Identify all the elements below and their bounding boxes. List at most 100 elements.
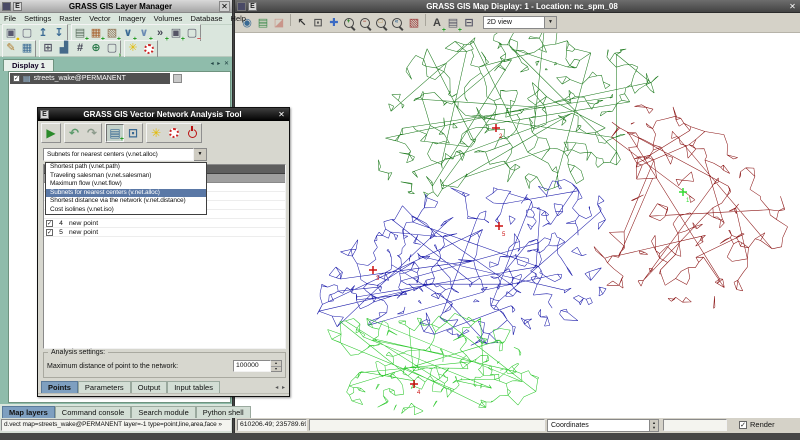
tab-python-shell[interactable]: Python shell (196, 406, 251, 418)
command-prompt-field[interactable]: d.vect map=streets_wake@PERMANENT layer=… (1, 419, 231, 431)
save-display-to-file-button[interactable]: ▤+ (445, 16, 461, 32)
menu-settings[interactable]: Settings (20, 13, 55, 25)
vector-network-analysis-dialog: E GRASS GIS Vector Network Analysis Tool… (37, 107, 290, 397)
dialog-tab-nav-arrows[interactable]: ◂ ▸ (275, 384, 286, 391)
spinner-arrows-icon[interactable]: ▴▾ (649, 420, 658, 431)
histogram-button[interactable]: ▟ (56, 41, 72, 57)
redo-button[interactable]: ↷ (83, 124, 101, 142)
close-icon[interactable]: ✕ (219, 1, 230, 12)
window-menu-icon[interactable] (237, 2, 246, 11)
run-analysis-button[interactable]: ▶ (42, 124, 60, 142)
nviz-3d-view-button[interactable]: ⊕ (88, 41, 104, 57)
dropdown-option[interactable]: Maximum flow (v.net.flow) (46, 180, 206, 189)
points-list-row[interactable]: ✓5new point (44, 228, 285, 237)
dropdown-option[interactable]: Traveling salesman (v.net.salesman) (46, 172, 206, 181)
raster-map-calculator-button[interactable]: ⊞ (40, 41, 56, 57)
point-checkbox[interactable]: ✓ (46, 229, 53, 236)
center-node-label: 4 (417, 390, 421, 396)
snap-points-button[interactable]: ⊡ (124, 124, 142, 142)
undo-button[interactable]: ↶ (65, 124, 83, 142)
vector-colors-button[interactable] (165, 124, 183, 142)
statusbar-mode-combobox[interactable]: Coordinates ▴▾ (547, 419, 659, 432)
show-attribute-table-button[interactable]: ▦ (19, 41, 35, 57)
chevron-down-icon[interactable]: ▼ (194, 148, 207, 161)
query-button[interactable]: ⊡ (310, 16, 326, 32)
add-various-vector-layers-icon: ∨ (140, 28, 149, 39)
tab-parameters[interactable]: Parameters (78, 381, 131, 393)
menu-vector[interactable]: Vector (85, 13, 114, 25)
georectifier-button[interactable]: # (72, 41, 88, 57)
south-subnet (328, 313, 539, 415)
center-node-label: 5 (502, 232, 506, 238)
pointer-button[interactable]: ↖ (294, 16, 310, 32)
dropdown-option[interactable]: Shortest distance via the network (v.net… (46, 197, 206, 206)
run-model-icon: ▢ (107, 43, 117, 54)
layer-manager-toolbar-2: ✎▦⊞▟#⊕▢›✳ (0, 41, 232, 57)
dropdown-option[interactable]: Cost isolines (v.net.iso) (46, 206, 206, 215)
window-menu-icon[interactable] (2, 2, 11, 11)
tab-command-console[interactable]: Command console (55, 406, 132, 418)
dropdown-option[interactable]: Shortest path (v.net.path) (46, 163, 206, 172)
return-to-previous-zoom-icon: « (392, 18, 404, 30)
layer-checkbox[interactable]: ✓ (13, 75, 20, 82)
menu-help[interactable]: Help (227, 13, 250, 25)
view-mode-combobox[interactable]: 2D view ▼ (483, 16, 557, 29)
erase-display-button[interactable]: ◪ (271, 16, 287, 32)
layer-options-button[interactable] (173, 74, 182, 83)
close-icon[interactable]: ✕ (276, 110, 287, 119)
render-map-button[interactable]: ▤ (255, 16, 271, 32)
map-canvas[interactable]: 25143 (235, 33, 800, 418)
tab-output[interactable]: Output (131, 381, 168, 393)
zoom-out-button[interactable]: − (358, 16, 374, 32)
run-model-button[interactable]: ▢› (104, 41, 120, 57)
chevron-down-icon[interactable]: ▼ (544, 17, 556, 28)
insert-points-mode-button[interactable]: ▤+ (106, 124, 124, 142)
pan-button[interactable]: ✚ (326, 16, 342, 32)
edit-vector-maps-button[interactable]: ✎ (3, 41, 19, 57)
max-distance-value[interactable]: 100000 (233, 360, 271, 372)
zoom-in-button[interactable]: + (342, 16, 358, 32)
layer-row-streets-wake[interactable]: ✓ ▤ streets_wake@PERMANENT (10, 73, 170, 84)
add-group-button[interactable]: ▣+ (168, 25, 184, 41)
preferences-button[interactable]: ✳ (125, 41, 141, 57)
tab-points[interactable]: Points (41, 381, 78, 393)
tab-nav-arrows[interactable]: ◂ ▸ ✕ (211, 60, 230, 67)
map-display-titlebar[interactable]: E GRASS GIS Map Display: 1 - Location: n… (235, 0, 800, 13)
menu-imagery[interactable]: Imagery (115, 13, 150, 25)
tab-display-1[interactable]: Display 1 (3, 59, 54, 71)
close-icon[interactable]: ✕ (787, 2, 798, 11)
status-message-field (309, 419, 545, 431)
quit-tool-button[interactable] (183, 124, 201, 142)
analyze-map-button[interactable]: ▧ (406, 16, 422, 32)
tab-input-tables[interactable]: Input tables (167, 381, 220, 393)
analysis-method-value: Subnets for nearest centers (v.net.alloc… (43, 148, 194, 161)
toolbar-group: ✎▦ (2, 40, 36, 58)
render-checkbox[interactable]: ✓ (739, 421, 747, 429)
menu-file[interactable]: File (0, 13, 20, 25)
center-node-marker (369, 266, 377, 274)
pan-icon: ✚ (329, 18, 338, 29)
menu-database[interactable]: Database (186, 13, 226, 25)
analysis-method-combobox[interactable]: Subnets for nearest centers (v.net.alloc… (43, 148, 207, 161)
add-map-elements-button[interactable]: A+ (429, 16, 445, 32)
run-analysis-icon: ▶ (46, 127, 55, 139)
dropdown-option[interactable]: Subnets for nearest centers (v.net.alloc… (46, 189, 206, 198)
delete-layer-button[interactable]: ▢− (184, 25, 200, 41)
layer-manager-titlebar[interactable]: E GRASS GIS Layer Manager ✕ (0, 0, 232, 13)
search-modules-button[interactable] (141, 41, 157, 57)
tab-map-layers[interactable]: Map layers (2, 406, 55, 418)
print-map-button[interactable]: ⊟ (461, 16, 477, 32)
dialog-titlebar[interactable]: E GRASS GIS Vector Network Analysis Tool… (38, 108, 289, 121)
menu-raster[interactable]: Raster (55, 13, 85, 25)
zoom-to-selected-button[interactable]: □ (374, 16, 390, 32)
tab-search-module[interactable]: Search module (131, 406, 195, 418)
return-to-previous-zoom-button[interactable]: « (390, 16, 406, 32)
map-display-toolbar: ◉▤◪↖⊡✚+−□«▧A+▤+⊟ 2D view ▼ (235, 13, 800, 33)
point-checkbox[interactable]: ✓ (46, 220, 53, 227)
max-distance-spinbox[interactable]: 100000 ▴▾ (233, 360, 282, 372)
points-list-row[interactable]: ✓4new point (44, 219, 285, 228)
georectifier-icon: # (77, 43, 83, 54)
spinner-arrows-icon[interactable]: ▴▾ (271, 360, 282, 372)
settings-button[interactable]: ✳ (147, 124, 165, 142)
menu-volumes[interactable]: Volumes (150, 13, 187, 25)
